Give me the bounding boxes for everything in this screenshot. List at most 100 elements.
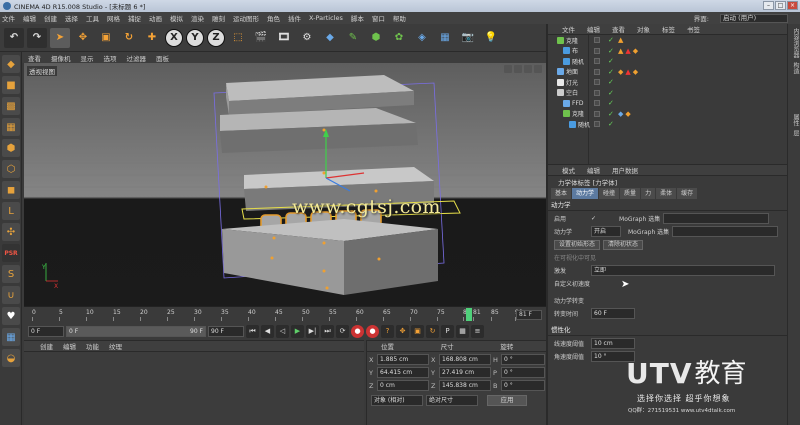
visible-label[interactable]: 在可视化中可见 bbox=[554, 253, 596, 262]
visibility-flags[interactable] bbox=[594, 100, 600, 107]
viewport-rotate-icon[interactable] bbox=[524, 65, 532, 73]
menu-script[interactable]: 脚本 bbox=[351, 13, 364, 23]
key-pla-icon[interactable]: ▦ bbox=[456, 324, 469, 338]
enabled-check-icon[interactable]: ✓ bbox=[608, 99, 614, 107]
menu-animate[interactable]: 动画 bbox=[149, 13, 162, 23]
start-frame-field[interactable]: 0 F bbox=[28, 325, 64, 337]
viewport-menu-display[interactable]: 显示 bbox=[81, 53, 94, 63]
om-menu-tags[interactable]: 标签 bbox=[662, 24, 675, 34]
coordinate-mode-dropdown[interactable]: 对象 (相对) bbox=[371, 395, 423, 406]
points-mode-icon[interactable]: ⬢ bbox=[2, 139, 20, 157]
grid-icon[interactable]: ▦ bbox=[2, 328, 20, 346]
cube-icon[interactable]: ◆ bbox=[320, 28, 340, 48]
visibility-flags[interactable] bbox=[594, 58, 600, 65]
move-tool-icon[interactable]: ✥ bbox=[73, 27, 93, 48]
visibility-flags[interactable] bbox=[594, 89, 600, 96]
object-tags[interactable]: ◆ ▲ ◆ bbox=[618, 68, 638, 76]
keyframe-selection-icon[interactable]: ? bbox=[381, 324, 394, 338]
make-editable-icon[interactable]: ◆ bbox=[2, 55, 20, 73]
next-key-icon[interactable]: ▶| bbox=[306, 324, 319, 338]
rotation-b-field[interactable]: 0 ° bbox=[501, 380, 545, 391]
play-backward-icon[interactable]: ◁ bbox=[276, 324, 289, 338]
close-button[interactable]: × bbox=[787, 1, 798, 10]
timeline-playhead[interactable] bbox=[466, 308, 473, 321]
visibility-flags[interactable] bbox=[594, 121, 600, 128]
am-menu-edit[interactable]: 编辑 bbox=[587, 165, 600, 175]
timeline-menu-icon[interactable]: ≡ bbox=[471, 324, 484, 338]
object-row[interactable]: 空白 ✓ bbox=[548, 88, 787, 99]
heart-icon[interactable]: ♥ bbox=[2, 307, 20, 325]
timeline-ruler[interactable]: 0 5 10 15 20 25 30 35 40 45 50 55 60 65 … bbox=[24, 306, 546, 322]
viewport-menu-options[interactable]: 选项 bbox=[104, 53, 117, 63]
material-menu-texture[interactable]: 纹理 bbox=[109, 341, 122, 351]
custom-velocity-label[interactable]: 自定义初速度 bbox=[554, 279, 590, 288]
rotation-p-field[interactable]: 0 ° bbox=[501, 367, 545, 378]
minimize-button[interactable]: – bbox=[763, 1, 774, 10]
end-frame-field[interactable]: 90 F bbox=[208, 325, 244, 337]
side-tab-structure[interactable]: 构造 bbox=[791, 62, 800, 74]
psr-icon[interactable]: PSR bbox=[2, 244, 20, 262]
deformer-icon[interactable]: ◈ bbox=[412, 28, 432, 48]
scene-floor-icon[interactable]: ▦ bbox=[435, 28, 455, 48]
om-menu-view[interactable]: 查看 bbox=[612, 24, 625, 34]
viewport-menu-panel[interactable]: 面板 bbox=[156, 53, 169, 63]
object-row[interactable]: 克隆 ✓ ◆ ◆ bbox=[548, 109, 787, 120]
set-initial-state-button[interactable]: 设置初始形态 bbox=[554, 239, 601, 250]
trigger-dropdown[interactable]: 立即 bbox=[591, 265, 775, 276]
key-scale-icon[interactable]: ▣ bbox=[411, 324, 424, 338]
menu-mograph[interactable]: 运动图形 bbox=[233, 13, 259, 23]
viewport-zoom-icon[interactable] bbox=[514, 65, 522, 73]
om-menu-object[interactable]: 对象 bbox=[637, 24, 650, 34]
z-axis-lock-icon[interactable]: Z bbox=[207, 28, 225, 47]
apply-button[interactable]: 应用 bbox=[487, 395, 527, 406]
autokey-icon[interactable]: ● bbox=[366, 324, 379, 338]
key-rotation-icon[interactable]: ↻ bbox=[426, 324, 439, 338]
enabled-check-icon[interactable]: ✓ bbox=[608, 110, 614, 118]
subdivision-icon[interactable]: ⬢ bbox=[366, 28, 386, 48]
menu-render[interactable]: 渲染 bbox=[191, 13, 204, 23]
size-y-field[interactable]: 27.419 cm bbox=[439, 367, 491, 378]
menu-sculpt[interactable]: 雕刻 bbox=[212, 13, 225, 23]
menu-help[interactable]: 帮助 bbox=[393, 13, 406, 23]
object-row[interactable]: FFD ✓ bbox=[548, 98, 787, 109]
visibility-flags[interactable] bbox=[594, 47, 600, 54]
menu-plugins[interactable]: 插件 bbox=[288, 13, 301, 23]
recent-tool-icon[interactable]: ✚ bbox=[142, 27, 162, 48]
enabled-check-icon[interactable]: ✓ bbox=[608, 120, 614, 128]
visibility-flags[interactable] bbox=[594, 110, 600, 117]
render-settings-icon[interactable]: ⚙ bbox=[297, 28, 317, 48]
mograph-select-field-1[interactable] bbox=[663, 213, 770, 224]
am-menu-mode[interactable]: 模式 bbox=[562, 165, 575, 175]
render-picture-viewer-icon[interactable]: 🎞 bbox=[274, 28, 294, 48]
menu-file[interactable]: 文件 bbox=[2, 13, 15, 23]
x-axis-lock-icon[interactable]: X bbox=[165, 28, 183, 47]
visibility-flags[interactable] bbox=[594, 37, 600, 44]
viewport-toggle-icon[interactable] bbox=[534, 65, 542, 73]
enabled-check-icon[interactable]: ✓ bbox=[608, 68, 614, 76]
position-y-field[interactable]: 64.415 cm bbox=[377, 367, 429, 378]
menu-simulate[interactable]: 模拟 bbox=[170, 13, 183, 23]
key-parameter-icon[interactable]: P bbox=[441, 324, 454, 338]
enable-checkbox[interactable]: ✓ bbox=[591, 215, 596, 222]
tab-basic[interactable]: 基本 bbox=[551, 188, 572, 199]
enabled-check-icon[interactable]: ✓ bbox=[608, 57, 614, 65]
side-tab-attributes[interactable]: 属性 bbox=[791, 114, 800, 126]
object-tags[interactable]: ▲ bbox=[618, 36, 623, 44]
menu-snap[interactable]: 捕捉 bbox=[128, 13, 141, 23]
size-mode-dropdown[interactable]: 绝对尺寸 bbox=[426, 395, 478, 406]
light-icon[interactable]: 💡 bbox=[481, 28, 501, 48]
viewport-menu-camera[interactable]: 摄像机 bbox=[51, 53, 71, 63]
menu-tools[interactable]: 工具 bbox=[86, 13, 99, 23]
tab-collision[interactable]: 碰撞 bbox=[599, 188, 620, 199]
rotation-h-field[interactable]: 0 ° bbox=[501, 354, 545, 365]
tab-cache[interactable]: 缓存 bbox=[677, 188, 698, 199]
enabled-check-icon[interactable]: ✓ bbox=[608, 89, 614, 97]
polygons-mode-icon[interactable]: ◼ bbox=[2, 181, 20, 199]
menu-xparticles[interactable]: X-Particles bbox=[309, 14, 343, 22]
om-menu-edit[interactable]: 编辑 bbox=[587, 24, 600, 34]
tab-softbody[interactable]: 柔体 bbox=[656, 188, 677, 199]
material-menu-edit[interactable]: 编辑 bbox=[63, 341, 76, 351]
object-row[interactable]: 随机 ✓ bbox=[548, 56, 787, 67]
viewport-menu-view[interactable]: 查看 bbox=[28, 53, 41, 63]
tab-mass[interactable]: 质量 bbox=[620, 188, 641, 199]
